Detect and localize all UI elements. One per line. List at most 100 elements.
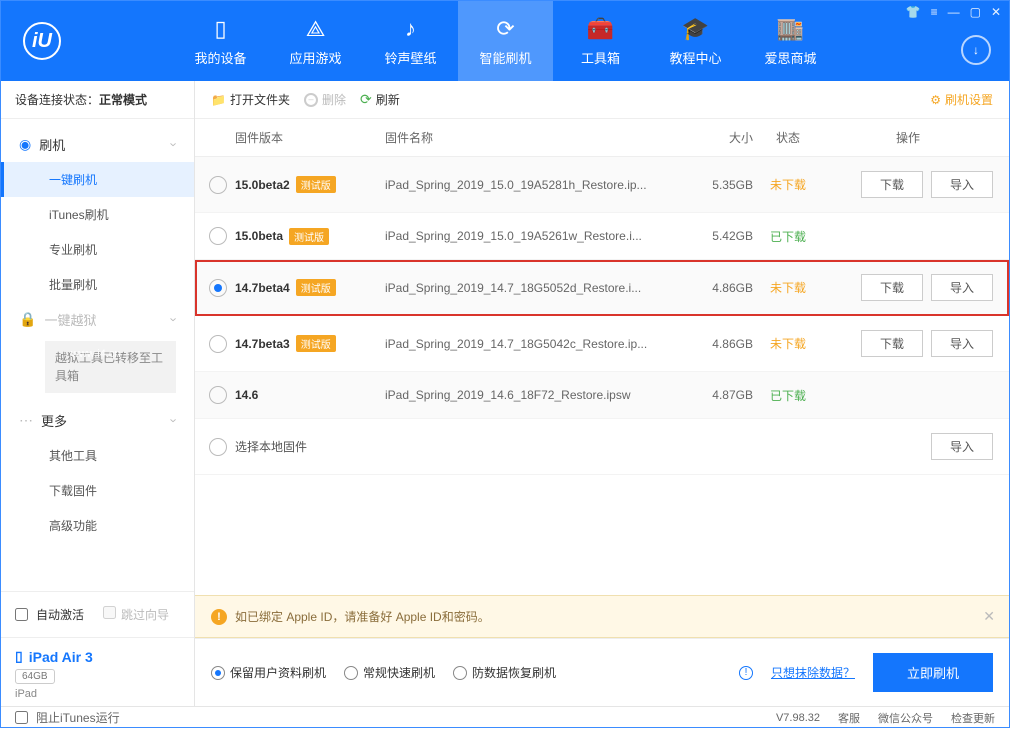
check-update-link[interactable]: 检查更新 [951, 710, 995, 726]
titlebar: iU 爱思助手 www.i4.cn ▯我的设备 ⟁应用游戏 ♪铃声壁纸 ⟳智能刷… [1, 1, 1009, 81]
firmware-status: 已下载 [753, 387, 823, 404]
toolbar: 📁打开文件夹 –删除 ⟳刷新 ⚙刷机设置 [195, 81, 1009, 119]
device-info: ▯iPad Air 3 64GB iPad [1, 637, 194, 706]
download-button[interactable]: 下载 [861, 330, 923, 357]
nav-tools[interactable]: 🧰工具箱 [553, 1, 648, 81]
beta-tag: 测试版 [296, 279, 336, 296]
download-button[interactable]: 下载 [861, 171, 923, 198]
hat-icon: 🎓 [682, 16, 709, 42]
flash-now-button[interactable]: 立即刷机 [873, 653, 993, 692]
minimize-icon[interactable]: — [948, 5, 960, 19]
firmware-status: 未下载 [753, 176, 823, 193]
auto-activate-checkbox[interactable]: 自动激活 跳过向导 [15, 602, 180, 627]
row-radio[interactable] [209, 335, 227, 353]
customer-service-link[interactable]: 客服 [838, 710, 860, 726]
firmware-size: 4.87GB [683, 388, 753, 402]
row-radio[interactable] [209, 176, 227, 194]
local-firmware-row[interactable]: 选择本地固件导入 [195, 419, 1009, 475]
content-area: 📁打开文件夹 –删除 ⟳刷新 ⚙刷机设置 固件版本 固件名称 大小 状态 操作 … [195, 81, 1009, 706]
sidebar-item-othertools[interactable]: 其他工具 [1, 438, 194, 473]
nav-flash[interactable]: ⟳智能刷机 [458, 1, 553, 81]
music-icon: ♪ [405, 16, 416, 42]
row-radio[interactable] [209, 279, 227, 297]
nav-ringtones[interactable]: ♪铃声壁纸 [363, 1, 458, 81]
wechat-link[interactable]: 微信公众号 [878, 710, 933, 726]
flash-settings-button[interactable]: ⚙刷机设置 [930, 91, 993, 108]
nav-tutorials[interactable]: 🎓教程中心 [648, 1, 743, 81]
menu-icon[interactable]: ≡ [931, 5, 938, 19]
firmware-size: 5.35GB [683, 178, 753, 192]
firmware-status: 已下载 [753, 228, 823, 245]
row-radio[interactable] [209, 438, 227, 456]
gear-icon: ⚙ [930, 93, 941, 107]
scroll-down-icon[interactable]: ↓ [961, 35, 991, 65]
table-row[interactable]: 14.7beta3测试版iPad_Spring_2019_14.7_18G504… [195, 316, 1009, 372]
app-name: 爱思助手 [71, 0, 155, 348]
skip-guide-checkbox: 跳过向导 [103, 606, 169, 623]
table-header: 固件版本 固件名称 大小 状态 操作 [195, 119, 1009, 157]
option-antirecover[interactable]: 防数据恢复刷机 [453, 664, 556, 681]
firmware-status: 未下载 [753, 335, 823, 352]
block-itunes-checkbox[interactable]: 阻止iTunes运行 [15, 705, 120, 730]
banner-close-icon[interactable]: ✕ [983, 608, 995, 625]
row-radio[interactable] [209, 227, 227, 245]
nav-my-device[interactable]: ▯我的设备 [173, 1, 268, 81]
close-icon[interactable]: ✕ [991, 5, 1001, 19]
nav-store[interactable]: 🏬爱思商城 [743, 1, 838, 81]
sidebar-group-more[interactable]: ⋯更多 [1, 403, 194, 438]
beta-tag: 测试版 [296, 176, 336, 193]
import-button[interactable]: 导入 [931, 433, 993, 460]
tshirt-icon[interactable]: 👕 [906, 5, 921, 19]
option-keep-data[interactable]: 保留用户资料刷机 [211, 664, 326, 681]
firmware-status: 未下载 [753, 279, 823, 296]
firmware-name: iPad_Spring_2019_14.6_18F72_Restore.ipsw [385, 388, 683, 402]
warning-icon: ! [211, 609, 227, 625]
window-controls: 👕 ≡ — ▢ ✕ [906, 5, 1001, 19]
firmware-name: iPad_Spring_2019_14.7_18G5052d_Restore.i… [385, 281, 683, 295]
erase-only-link[interactable]: 只想抹除数据？ [771, 664, 855, 681]
open-folder-button[interactable]: 📁打开文件夹 [211, 91, 290, 108]
tablet-icon: ▯ [15, 648, 23, 665]
help-icon[interactable]: ! [739, 666, 753, 680]
delete-button[interactable]: –删除 [304, 91, 346, 108]
option-quick[interactable]: 常规快速刷机 [344, 664, 435, 681]
refresh-button[interactable]: ⟳刷新 [360, 91, 400, 108]
maximize-icon[interactable]: ▢ [970, 5, 981, 19]
appleid-warning-banner: ! 如已绑定 Apple ID，请准备好 Apple ID和密码。 ✕ [195, 595, 1009, 638]
nav-apps[interactable]: ⟁应用游戏 [268, 1, 363, 81]
row-radio[interactable] [209, 386, 227, 404]
delete-icon: – [304, 93, 318, 107]
beta-tag: 测试版 [289, 228, 329, 245]
action-bar: 保留用户资料刷机 常规快速刷机 防数据恢复刷机 ! 只想抹除数据？ 立即刷机 [195, 638, 1009, 706]
firmware-name: iPad_Spring_2019_14.7_18G5042c_Restore.i… [385, 337, 683, 351]
firmware-name: iPad_Spring_2019_15.0_19A5281h_Restore.i… [385, 178, 683, 192]
beta-tag: 测试版 [296, 335, 336, 352]
storage-badge: 64GB [15, 669, 55, 684]
toolbox-icon: 🧰 [587, 16, 614, 42]
firmware-table: 15.0beta2测试版iPad_Spring_2019_15.0_19A528… [195, 157, 1009, 595]
firmware-name: iPad_Spring_2019_15.0_19A5261w_Restore.i… [385, 229, 683, 243]
import-button[interactable]: 导入 [931, 171, 993, 198]
main-nav: ▯我的设备 ⟁应用游戏 ♪铃声壁纸 ⟳智能刷机 🧰工具箱 🎓教程中心 🏬爱思商城 [173, 1, 838, 81]
sidebar-item-download[interactable]: 下载固件 [1, 473, 194, 508]
table-row[interactable]: 15.0beta测试版iPad_Spring_2019_15.0_19A5261… [195, 213, 1009, 260]
sidebar-item-advanced[interactable]: 高级功能 [1, 508, 194, 543]
firmware-size: 4.86GB [683, 281, 753, 295]
download-button[interactable]: 下载 [861, 274, 923, 301]
app-url: www.i4.cn [71, 348, 155, 360]
folder-icon: 📁 [211, 93, 226, 107]
table-row[interactable]: 14.6iPad_Spring_2019_14.6_18F72_Restore.… [195, 372, 1009, 419]
table-row[interactable]: 14.7beta4测试版iPad_Spring_2019_14.7_18G505… [195, 260, 1009, 316]
footer: 阻止iTunes运行 V7.98.32 客服 微信公众号 检查更新 [1, 706, 1009, 728]
refresh-icon: ⟳ [496, 16, 514, 42]
table-row[interactable]: 15.0beta2测试版iPad_Spring_2019_15.0_19A528… [195, 157, 1009, 213]
import-button[interactable]: 导入 [931, 274, 993, 301]
more-icon: ⋯ [19, 412, 33, 429]
version-label: V7.98.32 [776, 712, 820, 724]
firmware-size: 4.86GB [683, 337, 753, 351]
firmware-size: 5.42GB [683, 229, 753, 243]
phone-icon: ▯ [214, 16, 226, 42]
logo-icon: iU [23, 22, 61, 60]
import-button[interactable]: 导入 [931, 330, 993, 357]
store-icon: 🏬 [777, 16, 804, 42]
